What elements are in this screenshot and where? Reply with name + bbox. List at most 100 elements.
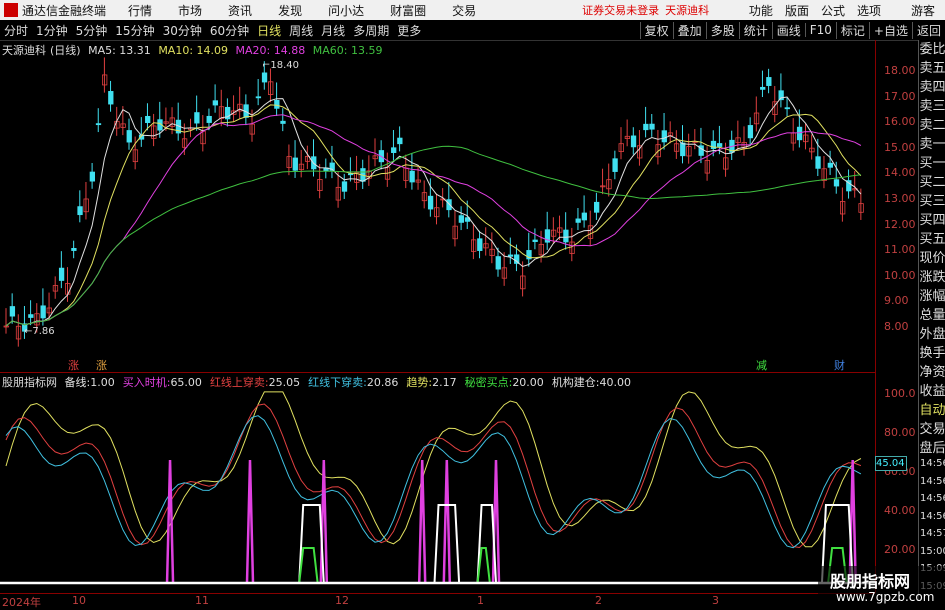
indicator-tick: 80.00 — [884, 426, 916, 439]
candle-body — [145, 115, 151, 124]
sidebar-item[interactable]: 涨幅 — [919, 287, 945, 306]
sidebar-item[interactable]: 卖三 — [919, 97, 945, 116]
stock-name: 天源迪科 — [2, 44, 46, 57]
candle-body — [495, 256, 501, 270]
legend-label: 备线: — [64, 376, 91, 389]
price-tick: 13.00 — [884, 192, 916, 205]
sidebar-item[interactable]: 总量 — [919, 306, 945, 325]
candle-body — [347, 173, 354, 176]
sidebar-item[interactable]: 涨跌 — [919, 268, 945, 287]
candle-body — [815, 156, 821, 169]
trade-time: 14:56 — [920, 458, 945, 469]
sidebar-item[interactable]: 买三 — [919, 192, 945, 211]
event-mark: 减 — [756, 359, 767, 372]
candle-body — [95, 123, 102, 126]
sidebar-item[interactable]: 买一 — [919, 154, 945, 173]
sub-legend-item: 秘密买点:20.00 — [465, 376, 548, 389]
price-tick: 8.00 — [884, 320, 909, 333]
high-price-label: ⌐18.40 — [262, 60, 299, 71]
candle-body — [40, 305, 46, 319]
sub-legend-item: 备线:1.00 — [65, 376, 119, 389]
sidebar-item[interactable]: 自动 — [919, 401, 945, 420]
sidebar-item[interactable]: 盘后 — [919, 439, 945, 458]
buy-signal-spike — [245, 459, 255, 584]
sub-legend-item: 红线下穿卖:20.86 — [308, 376, 402, 389]
panel-divider[interactable] — [0, 372, 875, 373]
candle-body — [9, 306, 16, 317]
candle-body — [796, 126, 803, 141]
candle-body — [507, 254, 514, 257]
candle-body — [563, 229, 569, 243]
candle-body — [261, 72, 268, 83]
sidebar-item[interactable]: 卖一 — [919, 135, 945, 154]
candle-body — [28, 314, 34, 318]
indicator-yellow-line — [5, 391, 862, 548]
sidebar-item[interactable]: 卖四 — [919, 78, 945, 97]
candle-body — [477, 238, 483, 251]
btn-add-watchlist[interactable]: +自选 — [868, 21, 912, 39]
legend-label: 机构建仓: — [551, 376, 600, 389]
price-tick: 9.00 — [884, 294, 909, 308]
sidebar-item[interactable]: 委比 — [919, 40, 945, 59]
sidebar-item[interactable]: 买二 — [919, 173, 945, 192]
buy-signal-spike — [165, 459, 175, 584]
sidebar-item[interactable]: 买五 — [919, 230, 945, 249]
price-tick: 10.00 — [884, 268, 916, 282]
time-tick: 10 — [72, 594, 86, 607]
btn-back[interactable]: 返回 — [911, 21, 945, 39]
sidebar-item[interactable]: 交易 — [919, 420, 945, 439]
candle-body — [397, 137, 403, 145]
sidebar-item[interactable]: 换手 — [919, 344, 945, 363]
legend-value: 40.00 — [599, 376, 632, 389]
indicator-name: 股朋指标网 — [2, 376, 57, 389]
buy-signal-spike — [442, 459, 452, 584]
candle-body — [747, 125, 754, 139]
trade-time: 14:56 — [920, 475, 945, 487]
price-tick: 15.00 — [884, 140, 916, 154]
candle-body — [194, 112, 200, 124]
candle-body — [612, 158, 618, 172]
sidebar-item[interactable]: 净资 — [919, 363, 945, 382]
sidebar-item[interactable]: 外盘 — [919, 325, 945, 344]
ma5-line — [5, 96, 862, 327]
sidebar-item[interactable]: 收益 — [919, 382, 945, 401]
sidebar-item[interactable]: 卖二 — [919, 116, 945, 135]
trade-time: 14:57 — [920, 528, 945, 539]
sidebar-item[interactable]: 现价 — [919, 249, 945, 268]
candle-body — [58, 267, 65, 281]
candle-body — [760, 86, 766, 90]
kline-chart[interactable]: ⌐18.40 ←7.86 涨 涨 减 财 — [0, 0, 875, 593]
candle-body — [274, 99, 280, 109]
cursor-value-tag: 45.04 — [875, 456, 907, 471]
ma20-line — [5, 114, 862, 327]
chart-period: (日线) — [50, 44, 81, 57]
legend-label: 买入时机: — [122, 376, 171, 389]
main-legend: 天源迪科 (日线) MA5: 13.31 MA10: 14.09 MA20: 14… — [2, 42, 386, 58]
price-tick: 12.00 — [884, 217, 916, 231]
price-tick: 17.00 — [884, 89, 916, 103]
legend-value: 25.05 — [268, 376, 301, 389]
watermark-url: www.7gpzb.com — [836, 590, 935, 604]
sub-legend-item: 趋势:2.17 — [406, 376, 460, 389]
candle-body — [212, 100, 219, 106]
candle-body — [280, 120, 286, 124]
sidebar-item[interactable]: 买四 — [919, 211, 945, 230]
candle-body — [71, 248, 77, 251]
time-tick: 2 — [595, 594, 602, 607]
legend-label: 趋势: — [406, 376, 433, 389]
candle-body — [108, 91, 114, 105]
guest-user[interactable]: 游客 — [911, 2, 935, 19]
sub-legend: 股朋指标网 备线:1.00 买入时机:65.00 红线上穿卖:25.05 红线下穿卖:… — [2, 374, 643, 390]
legend-value: 1.00 — [90, 376, 115, 389]
legend-label: 秘密买点: — [464, 376, 513, 389]
candle-body — [89, 171, 95, 182]
candle-body — [446, 199, 452, 211]
candle-body — [717, 143, 723, 147]
sidebar-item[interactable]: 卖五 — [919, 59, 945, 78]
ma5-label: MA5: 13.31 — [88, 44, 151, 57]
candle-body — [126, 130, 132, 143]
trade-time: 14:56 — [920, 510, 945, 522]
candle-body — [680, 142, 686, 157]
time-tick: 11 — [195, 594, 209, 607]
candle-body — [661, 130, 667, 143]
